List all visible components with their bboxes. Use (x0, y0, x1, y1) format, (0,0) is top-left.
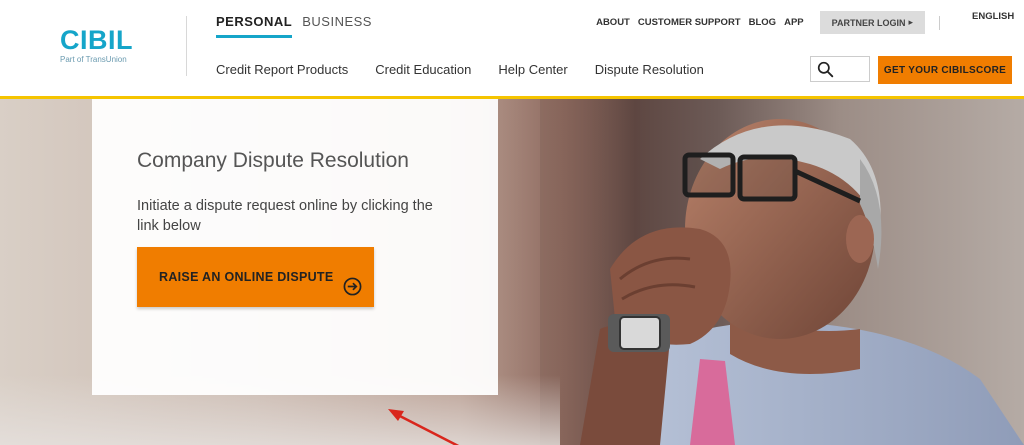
partner-login-button[interactable]: PARTNER LOGIN ▸ (819, 11, 925, 34)
cibil-logo[interactable]: CIBIL Part of TransUnion (60, 26, 170, 64)
logo-tagline: Part of TransUnion (60, 55, 127, 64)
app-link[interactable]: APP (784, 17, 804, 28)
nav-credit-report-products[interactable]: Credit Report Products (216, 62, 348, 77)
dispute-description: Initiate a dispute request online by cli… (137, 198, 433, 234)
get-cibilscore-button[interactable]: GET YOUR CIBILSCORE (878, 56, 1012, 84)
annotation-arrow (388, 409, 460, 445)
raise-online-dispute-button[interactable]: RAISE AN ONLINE DISPUTE (137, 247, 374, 307)
main-nav: Credit Report Products Credit Education … (216, 62, 731, 77)
nav-help-center[interactable]: Help Center (498, 62, 567, 77)
page-title: Company Dispute Resolution (137, 149, 409, 172)
raise-online-dispute-label: RAISE AN ONLINE DISPUTE (159, 270, 334, 284)
header-divider (186, 16, 187, 76)
nav-dispute-resolution[interactable]: Dispute Resolution (595, 62, 704, 77)
tab-business[interactable]: BUSINESS (302, 14, 372, 38)
utility-nav: ABOUT CUSTOMER SUPPORT BLOG APP PARTNER … (588, 11, 954, 34)
site-header: CIBIL Part of TransUnion PERSONAL BUSINE… (0, 0, 1024, 96)
utility-separator (939, 15, 940, 30)
tab-personal[interactable]: PERSONAL (216, 14, 293, 38)
about-link[interactable]: ABOUT (596, 17, 630, 28)
caret-right-icon: ▸ (908, 17, 913, 27)
blog-link[interactable]: BLOG (749, 17, 776, 28)
search-icon[interactable] (817, 61, 834, 78)
nav-credit-education[interactable]: Credit Education (375, 62, 471, 77)
logo-wordmark: CIBIL (60, 25, 133, 55)
hero-person-image (580, 119, 1024, 445)
language-selector[interactable]: ENGLISH (972, 11, 1014, 22)
partner-login-label: PARTNER LOGIN (831, 17, 906, 28)
search-input[interactable] (810, 56, 870, 82)
customer-support-link[interactable]: CUSTOMER SUPPORT (638, 17, 741, 28)
hero-banner: Company Dispute Resolution Initiate a di… (0, 99, 1024, 445)
circle-arrow-right-icon (343, 277, 362, 296)
dispute-info-card: Company Dispute Resolution Initiate a di… (92, 99, 498, 395)
segment-tabs: PERSONAL BUSINESS (216, 14, 372, 38)
